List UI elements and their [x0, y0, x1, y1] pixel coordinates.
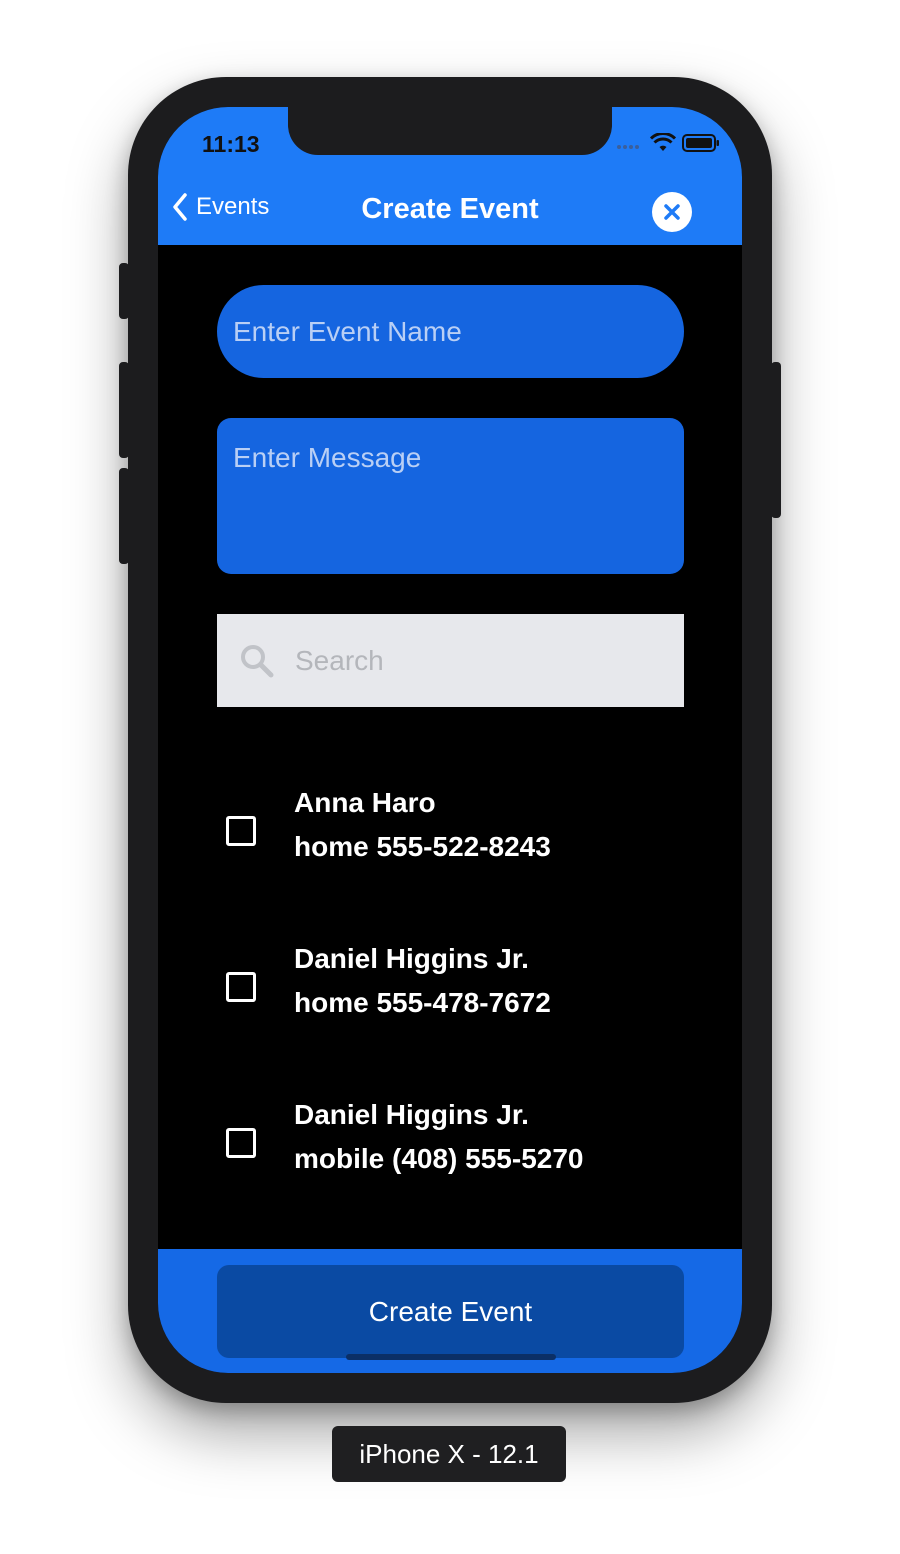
home-indicator	[346, 1354, 556, 1360]
contact-name: Daniel Higgins Jr.	[294, 1099, 529, 1130]
status-icons	[616, 132, 720, 158]
device-label: iPhone X - 12.1	[332, 1426, 566, 1482]
message-field[interactable]	[217, 418, 684, 574]
search-icon	[237, 641, 277, 681]
event-name-field[interactable]	[217, 285, 684, 378]
contact-phone: home 555-478-7672	[294, 987, 551, 1018]
wifi-icon	[649, 132, 677, 158]
search-input[interactable]	[293, 643, 657, 678]
notch	[288, 107, 612, 155]
contact-row[interactable]: Daniel Higgins Jr. home 555-478-7672	[226, 943, 696, 1033]
chevron-left-icon	[172, 193, 188, 221]
mute-switch	[119, 263, 129, 319]
back-label: Events	[196, 193, 270, 220]
close-button[interactable]	[652, 192, 692, 232]
phone-screen: 11:13 Events Create Event Enter Event Na…	[158, 107, 742, 1373]
contact-name: Daniel Higgins Jr.	[294, 943, 529, 974]
close-icon	[662, 202, 682, 222]
battery-icon	[682, 134, 720, 157]
footer-bar: Create Event	[158, 1249, 742, 1373]
volume-down-button	[119, 468, 129, 564]
contact-phone: home 555-522-8243	[294, 831, 551, 862]
power-button	[771, 362, 781, 518]
signal-icon	[616, 137, 644, 155]
contact-name: Anna Haro	[294, 787, 436, 818]
contact-checkbox[interactable]	[226, 1128, 256, 1158]
contact-row[interactable]: Daniel Higgins Jr. mobile (408) 555-5270	[226, 1099, 696, 1189]
contact-phone: mobile (408) 555-5270	[294, 1143, 584, 1174]
navigation-bar: 11:13 Events Create Event	[158, 107, 742, 245]
contact-row[interactable]: Anna Haro home 555-522-8243	[226, 787, 696, 877]
contact-checkbox[interactable]	[226, 972, 256, 1002]
back-button[interactable]: Events	[172, 193, 269, 221]
status-time: 11:13	[202, 131, 260, 157]
search-bar[interactable]	[217, 614, 684, 707]
volume-up-button	[119, 362, 129, 458]
contact-checkbox[interactable]	[226, 816, 256, 846]
simulator-stage: 11:13 Events Create Event Enter Event Na…	[0, 0, 900, 1554]
create-event-button[interactable]: Create Event	[217, 1265, 684, 1358]
